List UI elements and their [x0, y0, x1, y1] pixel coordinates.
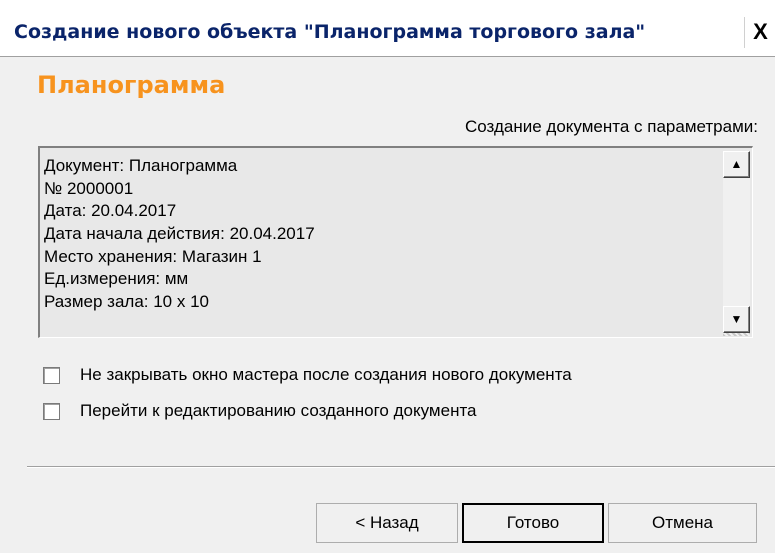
param-line-date: Дата: 20.04.2017 [44, 201, 177, 221]
option-keep-wizard-open[interactable]: Не закрывать окно мастера после создания… [43, 364, 572, 386]
close-icon: X [753, 19, 768, 44]
scroll-up-arrow-icon: ▲ [730, 157, 743, 171]
param-line-start-date: Дата начала действия: 20.04.2017 [44, 224, 315, 244]
parameters-list: Документ: Планограмма № 2000001 Дата: 20… [44, 155, 720, 314]
scrollbar-track[interactable] [723, 178, 750, 336]
close-button[interactable]: X [744, 17, 775, 48]
wizard-subheading: Создание документа с параметрами: [465, 117, 758, 136]
wizard-heading: Планограмма [37, 71, 226, 99]
param-line-unit: Ед.измерения: мм [44, 269, 189, 289]
keep-open-checkbox[interactable] [43, 366, 60, 384]
param-line-storage: Место хранения: Магазин 1 [44, 246, 262, 266]
back-button[interactable]: < Назад [316, 503, 458, 543]
title-bar: Создание нового объекта "Планограмма тор… [0, 0, 775, 56]
scroll-down-arrow-icon: ▼ [730, 312, 743, 326]
param-line-hall-size: Размер зала: 10 x 10 [44, 292, 209, 312]
open-edit-label: Перейти к редактированию созданного доку… [80, 401, 477, 420]
scroll-down-button[interactable]: ▼ [723, 306, 750, 333]
option-open-for-edit[interactable]: Перейти к редактированию созданного доку… [43, 400, 477, 422]
title-separator [0, 56, 775, 57]
finish-button[interactable]: Готово [462, 503, 604, 543]
keep-open-label: Не закрывать окно мастера после создания… [80, 365, 572, 384]
vertical-scrollbar[interactable]: ▲ ▼ [723, 151, 750, 336]
parameters-textbox[interactable]: Документ: Планограмма № 2000001 Дата: 20… [38, 146, 753, 338]
cancel-button[interactable]: Отмена [608, 503, 757, 543]
open-edit-checkbox[interactable] [43, 402, 60, 420]
footer-separator [27, 466, 775, 468]
param-line-number: № 2000001 [44, 178, 134, 198]
scroll-up-button[interactable]: ▲ [723, 151, 750, 178]
wizard-window: Создание нового объекта "Планограмма тор… [0, 0, 775, 553]
window-title: Создание нового объекта "Планограмма тор… [14, 21, 646, 43]
param-line-document: Документ: Планограмма [44, 156, 238, 175]
